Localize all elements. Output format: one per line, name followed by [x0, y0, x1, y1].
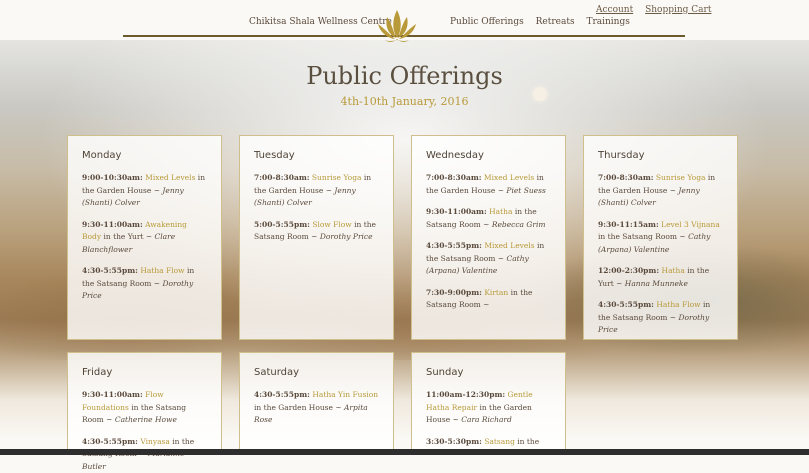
class-entry: 12:00-2:30pm: Hatha in the Yurt ~ Hanna …	[598, 265, 723, 290]
day-heading: Tuesday	[254, 150, 379, 161]
day-heading: Wednesday	[426, 150, 551, 161]
class-teacher: Piet Suess	[506, 186, 545, 195]
nav-trainings[interactable]: Trainings	[586, 17, 629, 27]
class-link[interactable]: Sunrise Yoga	[312, 173, 362, 182]
class-location: in the	[515, 437, 539, 446]
class-location: in the Garden House ~	[254, 403, 344, 412]
class-location: in the Satsang Room ~	[598, 232, 688, 241]
page-subtitle: 4th-10th January, 2016	[0, 95, 809, 108]
class-time: 4:30-5:55pm:	[82, 266, 138, 275]
class-link[interactable]: Level 3 Vijnana	[661, 220, 720, 229]
class-entry: 4:30-5:55pm: Hatha Yin Fusion in the Gar…	[254, 389, 379, 427]
class-entry: 11:00am-12:30pm: Gentle Hatha Repair in …	[426, 389, 551, 427]
shopping-cart-link[interactable]: Shopping Cart	[645, 5, 711, 15]
class-teacher: Hanna Munneke	[625, 279, 688, 288]
class-entry: 7:30-9:00pm: Kirtan in the Satsang Room …	[426, 287, 551, 312]
day-card-saturday: Saturday 4:30-5:55pm: Hatha Yin Fusion in…	[239, 352, 394, 455]
class-teacher: Catherine Howe	[115, 415, 177, 424]
class-link[interactable]: Vinyasa	[140, 437, 170, 446]
class-entry: 9:30-11:00am: Awakening Body in the Yurt…	[82, 219, 207, 257]
class-link[interactable]: Sunrise Yoga	[656, 173, 706, 182]
class-time: 11:00am-12:30pm:	[426, 390, 505, 399]
day-card-sunday: Sunday 11:00am-12:30pm: Gentle Hatha Repa…	[411, 352, 566, 455]
class-link[interactable]: Mixed Levels	[484, 173, 534, 182]
class-location: in the Yurt ~	[101, 232, 154, 241]
nav-retreats[interactable]: Retreats	[536, 17, 575, 27]
class-entry: 9:30-11:15am: Level 3 Vijnana in the Sat…	[598, 219, 723, 257]
class-link[interactable]: Hatha Yin Fusion	[312, 390, 378, 399]
class-time: 12:00-2:30pm:	[598, 266, 659, 275]
day-heading: Monday	[82, 150, 207, 161]
class-teacher: Rebecca Grim	[492, 220, 546, 229]
class-teacher: Cara Richard	[461, 415, 512, 424]
site-name-link[interactable]: Chikitsa Shala Wellness Centre	[249, 17, 392, 27]
class-time: 5:00-5:55pm:	[254, 220, 310, 229]
class-entry: 7:00-8:30am: Mixed Levels in the Garden …	[426, 172, 551, 197]
class-link[interactable]: Slow Flow	[312, 220, 351, 229]
nav-public-offerings[interactable]: Public Offerings	[450, 17, 524, 27]
class-time: 4:30-5:55pm:	[82, 437, 138, 446]
class-entry: 9:30-11:00am: Flow Foundations in the Sa…	[82, 389, 207, 427]
class-link[interactable]: Mixed Levels	[145, 173, 195, 182]
class-time: 7:00-8:30am:	[426, 173, 482, 182]
class-time: 9:30-11:15am:	[598, 220, 659, 229]
class-link[interactable]: Hatha	[489, 207, 512, 216]
day-card-friday: Friday 9:30-11:00am: Flow Foundations in …	[67, 352, 222, 455]
class-time: 3:30-5:30pm:	[426, 437, 482, 446]
class-time: 4:30-5:55pm:	[426, 241, 482, 250]
day-card-tuesday: Tuesday 7:00-8:30am: Sunrise Yoga in the …	[239, 135, 394, 340]
day-heading: Thursday	[598, 150, 723, 161]
class-entry: 4:30-5:55pm: Hatha Flow in the Satsang R…	[82, 265, 207, 303]
class-entry: 7:00-8:30am: Sunrise Yoga in the Garden …	[598, 172, 723, 210]
day-card-monday: Monday 9:00-10:30am: Mixed Levels in the …	[67, 135, 222, 340]
main-nav: Public Offerings Retreats Trainings	[450, 17, 639, 27]
class-link[interactable]: Mixed Levels	[484, 241, 534, 250]
account-links: Account Shopping Cart	[596, 5, 720, 15]
class-entry: 4:30-5:55pm: Mixed Levels in the Satsang…	[426, 240, 551, 278]
day-card-thursday: Thursday 7:00-8:30am: Sunrise Yoga in the…	[583, 135, 738, 340]
day-card-wednesday: Wednesday 7:00-8:30am: Mixed Levels in th…	[411, 135, 566, 340]
class-time: 9:30-11:00am:	[426, 207, 487, 216]
day-heading: Saturday	[254, 367, 379, 378]
class-time: 7:00-8:30am:	[254, 173, 310, 182]
account-link[interactable]: Account	[596, 5, 633, 15]
class-entry: 3:30-5:30pm: Satsang in the	[426, 436, 551, 449]
window-bottom-bar	[0, 449, 809, 455]
class-entry: 9:00-10:30am: Mixed Levels in the Garden…	[82, 172, 207, 210]
class-time: 9:00-10:30am:	[82, 173, 143, 182]
class-link[interactable]: Kirtan	[484, 288, 508, 297]
class-time: 9:30-11:00am:	[82, 390, 143, 399]
class-link[interactable]: Hatha	[662, 266, 685, 275]
class-time: 7:00-8:30am:	[598, 173, 654, 182]
class-time: 7:30-9:00pm:	[426, 288, 482, 297]
class-entry: 7:00-8:30am: Sunrise Yoga in the Garden …	[254, 172, 379, 210]
class-entry: 4:30-5:55pm: Hatha Flow in the Satsang R…	[598, 299, 723, 337]
class-time: 4:30-5:55pm:	[254, 390, 310, 399]
page-title: Public Offerings	[0, 62, 809, 90]
class-time: 9:30-11:00am:	[82, 220, 143, 229]
class-entry: 9:30-11:00am: Hatha in the Satsang Room …	[426, 206, 551, 231]
class-time: 4:30-5:55pm:	[598, 300, 654, 309]
lotus-logo-icon[interactable]	[375, 8, 419, 48]
class-link[interactable]: Hatha Flow	[656, 300, 700, 309]
class-link[interactable]: Hatha Flow	[140, 266, 184, 275]
class-entry: 5:00-5:55pm: Slow Flow in the Satsang Ro…	[254, 219, 379, 244]
class-teacher: Dorothy Price	[320, 232, 373, 241]
day-heading: Friday	[82, 367, 207, 378]
class-link[interactable]: Satsang	[484, 437, 515, 446]
day-heading: Sunday	[426, 367, 551, 378]
